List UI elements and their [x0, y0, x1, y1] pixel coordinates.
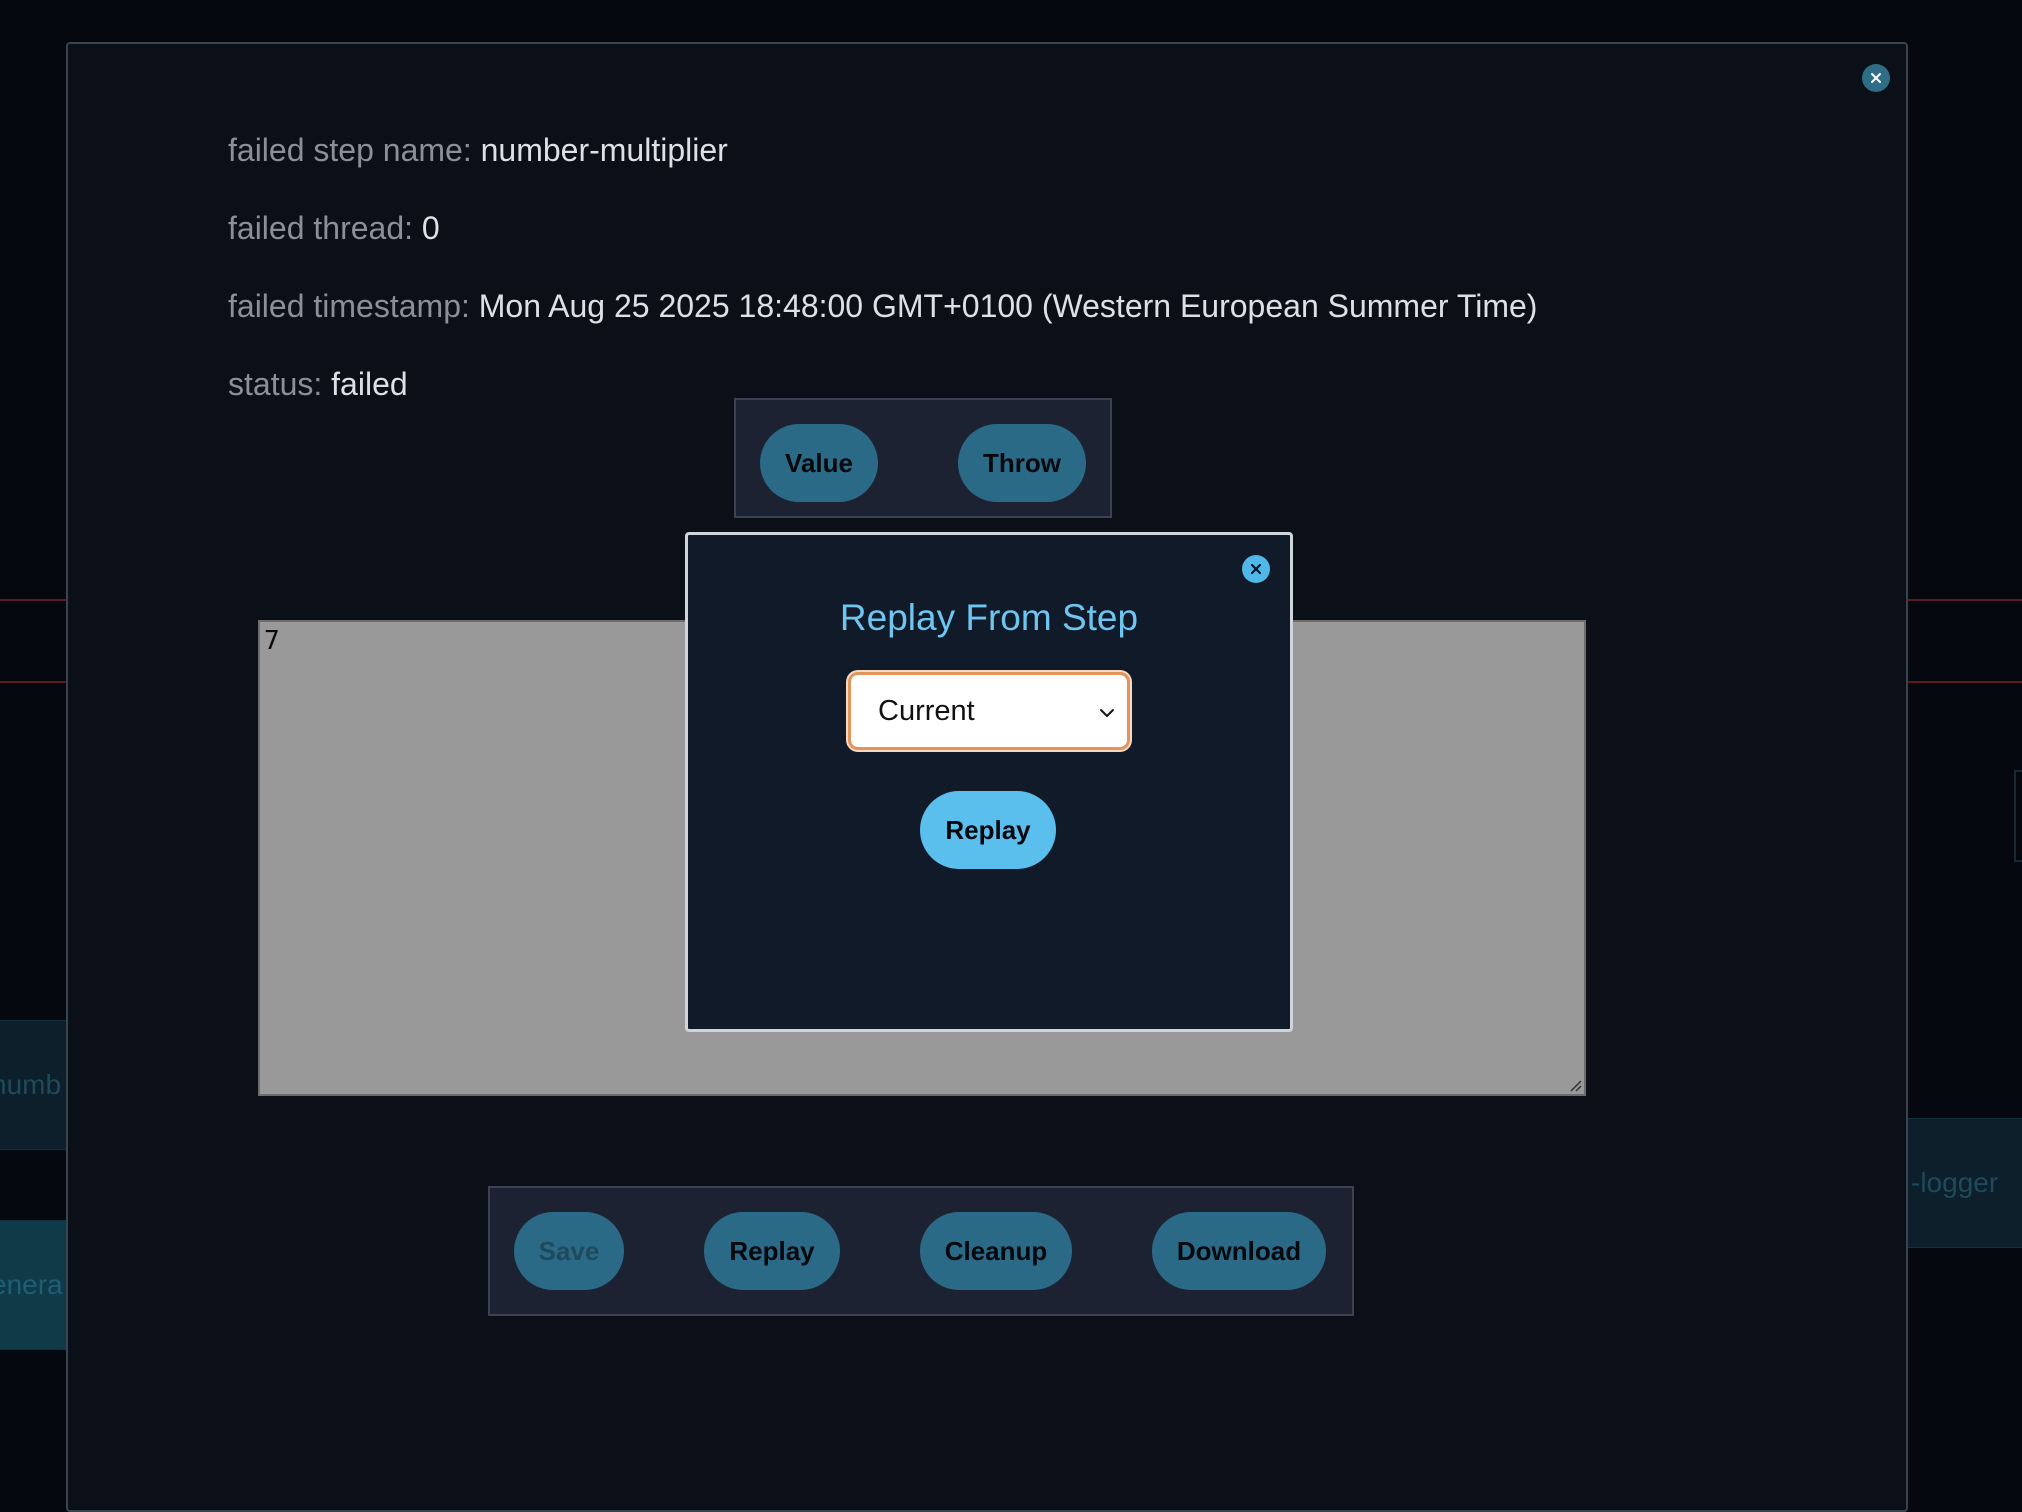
step-select-value: Current — [878, 694, 975, 727]
background-node-label: -logger — [1911, 1167, 1999, 1198]
close-icon — [1250, 563, 1262, 575]
dialog-close-button[interactable] — [1242, 555, 1270, 583]
value-button[interactable]: Value — [760, 424, 878, 502]
dialog-replay-button[interactable]: Replay — [920, 791, 1056, 869]
value-throw-toggle: Value Throw — [734, 398, 1112, 518]
background-tab — [2014, 770, 2022, 862]
editor-content: 7 — [264, 626, 280, 656]
field-label: failed timestamp: — [228, 288, 470, 324]
replay-from-step-dialog: Replay From Step Current Replay — [685, 532, 1293, 1032]
throw-button[interactable]: Throw — [958, 424, 1086, 502]
field-value: 0 — [421, 210, 440, 246]
failed-timestamp-row: failed timestamp: Mon Aug 25 2025 18:48:… — [228, 288, 1537, 325]
field-value: failed — [331, 366, 408, 402]
dialog-title: Replay From Step — [839, 597, 1139, 638]
background-node-card: numb — [0, 1020, 76, 1150]
status-row: status: failed — [228, 366, 408, 403]
replay-button[interactable]: Replay — [704, 1212, 840, 1290]
background-node-card: enera — [0, 1220, 76, 1350]
action-bar: Save Replay Cleanup Download — [488, 1186, 1354, 1316]
cleanup-button[interactable]: Cleanup — [920, 1212, 1072, 1290]
step-select[interactable]: Current — [848, 672, 1130, 750]
failed-step-name-row: failed step name: number-multiplier — [228, 132, 728, 169]
modal-close-button[interactable] — [1862, 64, 1890, 92]
download-button[interactable]: Download — [1152, 1212, 1326, 1290]
resize-grip-icon[interactable] — [1568, 1078, 1582, 1092]
field-label: failed step name: — [228, 132, 472, 168]
chevron-down-icon — [1100, 709, 1114, 717]
field-label: status: — [228, 366, 323, 402]
background-node-card: -logger — [1900, 1118, 2022, 1248]
field-label: failed thread: — [228, 210, 414, 246]
background-node-label: numb — [0, 1069, 62, 1100]
failed-thread-row: failed thread: 0 — [228, 210, 440, 247]
close-icon — [1871, 73, 1881, 83]
field-value: Mon Aug 25 2025 18:48:00 GMT+0100 (Weste… — [478, 288, 1538, 324]
field-value: number-multiplier — [480, 132, 728, 168]
save-button[interactable]: Save — [514, 1212, 624, 1290]
background-node-label: enera — [0, 1269, 63, 1300]
